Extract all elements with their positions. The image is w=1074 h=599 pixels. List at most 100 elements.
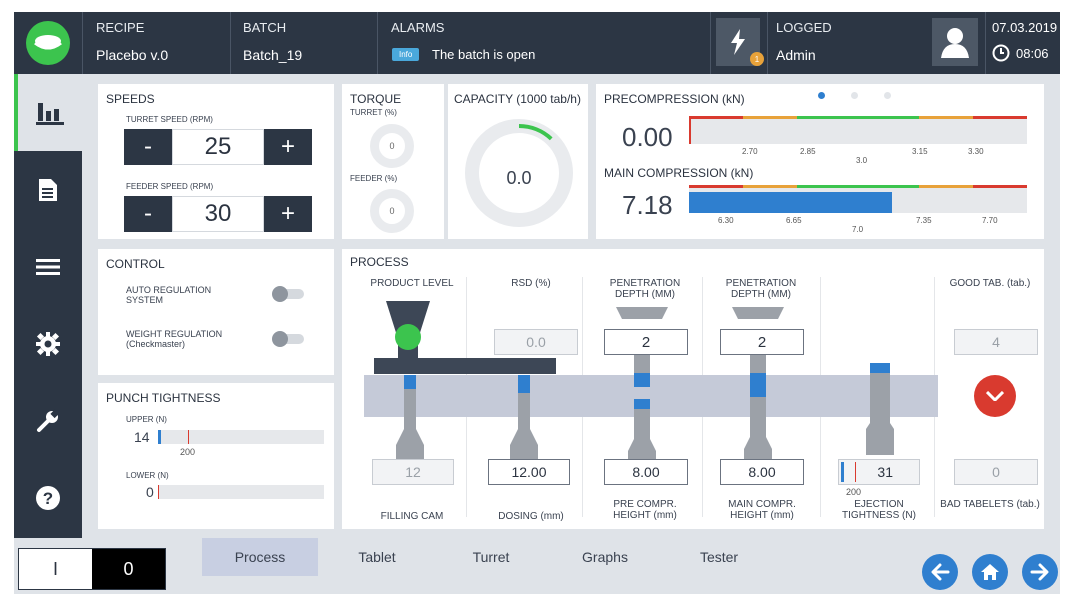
process-title: PROCESS [350,255,409,269]
upper-punch-limit-marker [188,430,189,444]
turret-speed-increment-button[interactable]: + [264,129,312,165]
sidebar-item-list[interactable] [14,228,82,305]
main-compression-tick: 6.30 [718,216,734,225]
speeds-panel: SPEEDS TURRET SPEED (rpm) - 25 + FEEDER … [98,84,334,239]
main-compression-tick: 7.35 [916,216,932,225]
alarm-info-badge: Info [392,48,420,61]
mode-on-button[interactable]: I [19,549,92,589]
capacity-title: CAPACITY (1000 tab/h) [454,92,581,106]
alarm-message[interactable]: The batch is open [432,47,535,62]
rsd-header: RSD (%) [511,278,551,289]
date-display: 07.03.2019 [992,20,1058,35]
page-dot[interactable] [884,92,891,99]
back-button[interactable] [922,554,958,590]
pre-compression-height-label: PRE COMPR. HEIGHT (mm) [613,499,677,521]
sidebar-item-settings[interactable] [14,305,82,382]
upper-punch-bar [158,430,324,444]
product-level-indicator [395,324,421,350]
sidebar-item-dashboard[interactable] [14,74,82,151]
feeder-speed-value[interactable]: 30 [172,196,264,232]
ejection-punch [866,363,894,455]
tab-process[interactable]: Process [202,538,318,576]
user-avatar[interactable] [932,18,978,66]
pre-penetration-input[interactable]: 2 [604,329,688,355]
precompression-tick: 2.85 [800,147,816,156]
upper-punch-value: 14 [134,429,150,445]
arrow-right-icon [1030,563,1049,581]
lower-punch-value: 0 [146,484,154,500]
main-penetration-header: PENETRATION DEPTH (mm) [725,278,797,300]
feed-shoe [374,358,556,374]
precompression-title: PRECOMPRESSION (kN) [604,92,745,106]
filling-cam-label: FILLING CAM [380,511,444,522]
hopper [386,301,430,361]
recipe-value[interactable]: Placebo v.0 [96,47,168,63]
forward-button[interactable] [1022,554,1058,590]
mode-toggle[interactable]: I 0 [18,548,166,590]
top-header: RECIPE Placebo v.0 BATCH Batch_19 ALARMS… [14,12,1060,74]
capacity-value: 0.0 [506,168,532,188]
footer-bar: I 0 Process Tablet Turret Graphs Tester [14,538,1060,594]
tab-tester[interactable]: Tester [674,538,764,576]
turret-speed-label: TURRET SPEED (rpm) [126,115,213,124]
bar-chart-icon [36,102,64,125]
tab-graphs[interactable]: Graphs [560,538,650,576]
auto-regulation-label: AUTO REGULATION SYSTEM [126,285,212,305]
weight-regulation-toggle[interactable] [272,331,304,347]
reject-indicator[interactable] [974,375,1016,417]
feeder-speed-increment-button[interactable]: + [264,196,312,232]
precompression-marker [689,119,691,144]
main-compression-height-input[interactable]: 8.00 [720,459,804,485]
sidebar-item-help[interactable]: ? [14,459,82,536]
feeder-speed-decrement-button[interactable]: - [124,196,172,232]
capacity-panel: CAPACITY (1000 tab/h) 0.0 [448,84,588,239]
punch-tightness-title: PUNCH TIGHTNESS [106,391,221,405]
punch-tightness-panel: PUNCH TIGHTNESS UPPER (N) 14 200 LOWER (… [98,383,334,529]
main-penetration-input[interactable]: 2 [720,329,804,355]
torque-title: TORQUE [350,92,402,106]
dosing-label: DOSING (mm) [498,511,564,522]
main-compression-title: MAIN COMPRESSION (kN) [604,166,754,180]
main-compression-tick: 6.65 [786,216,802,225]
sidebar-item-documents[interactable] [14,151,82,228]
home-button[interactable] [972,554,1008,590]
tab-tablet[interactable]: Tablet [332,538,422,576]
auto-regulation-toggle[interactable] [272,286,304,302]
gear-icon [36,331,60,356]
precompression-tick: 2.70 [742,147,758,156]
page-dot[interactable] [851,92,858,99]
process-panel: PROCESS PRODUCT LEVEL RSD (%) PENETRATIO… [342,249,1044,529]
turret-speed-value[interactable]: 25 [172,129,264,165]
precompression-tick: 3.15 [912,147,928,156]
weight-regulation-label: WEIGHT REGULATION (Checkmaster) [126,329,223,349]
time-display: 08:06 [1016,45,1049,61]
chevron-down-icon [986,391,1004,401]
page-dot-active[interactable] [818,92,825,99]
dosing-input[interactable]: 12.00 [488,459,570,485]
torque-feeder-value: 0 [389,206,395,216]
upper-punch-limit: 200 [180,447,196,457]
main-area: SPEEDS TURRET SPEED (rpm) - 25 + FEEDER … [82,74,1060,538]
logged-user[interactable]: Admin [776,47,816,63]
torque-turret-label: TURRET (%) [350,108,397,117]
filling-cam-value: 12 [372,459,454,485]
turret-speed-decrement-button[interactable]: - [124,129,172,165]
upper-punch-label: UPPER (N) [126,415,167,424]
page-indicator[interactable] [818,92,891,99]
compression-panel: PRECOMPRESSION (kN) 0.00 2.70 2.85 3.0 3… [596,84,1044,239]
alarm-button[interactable]: 1 [716,18,764,66]
batch-value[interactable]: Batch_19 [243,47,302,63]
turret-speed-stepper: - 25 + [124,129,312,165]
app-logo-icon [26,21,70,65]
pre-compression-height-input[interactable]: 8.00 [604,459,688,485]
tab-turret[interactable]: Turret [446,538,536,576]
torque-panel: TORQUE TURRET (%) 0 FEEDER (%) 0 [342,84,444,239]
user-icon [941,28,969,58]
alarms-label: ALARMS [391,20,445,35]
mode-off-button[interactable]: 0 [92,549,165,589]
control-panel: CONTROL AUTO REGULATION SYSTEM WEIGHT RE… [98,249,334,375]
logo-tile[interactable] [14,12,82,74]
main-compression-tick: 7.0 [852,225,864,234]
ejection-tightness-number: 31 [877,464,893,480]
sidebar-item-tools[interactable] [14,382,82,459]
